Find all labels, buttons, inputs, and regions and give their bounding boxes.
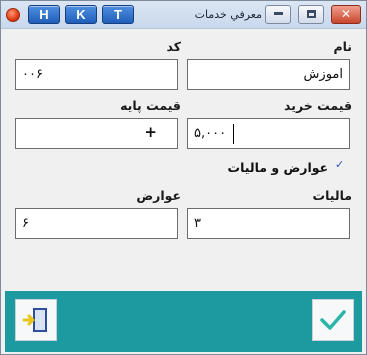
close-button[interactable]: ✕ [331,5,361,24]
code-field[interactable] [15,59,178,90]
window-title: معرفي خدمات [194,8,262,21]
minimize-button[interactable] [265,5,291,24]
duties-tax-checkbox-row[interactable]: عوارض و ماليات [227,158,346,178]
base-price-field[interactable]: + [15,118,178,149]
checkmark-icon [320,310,346,330]
exit-door-icon [22,308,47,332]
minimize-icon [273,12,283,15]
duties-tax-checkbox[interactable] [335,158,346,173]
hotkey-t-button[interactable]: T [102,5,134,24]
tax-field[interactable] [187,208,350,239]
hotkey-k-button[interactable]: K [65,5,97,24]
text-caret [233,124,234,144]
duties-label: عوارض [136,188,181,203]
action-bar [5,291,362,352]
base-price-label: قيمت پايه [120,98,181,113]
name-field[interactable] [187,59,350,90]
code-label: کد [166,39,182,54]
base-price-value: + [144,123,157,141]
duties-tax-checkbox-label: عوارض و ماليات [227,160,329,175]
confirm-button[interactable] [312,299,354,341]
tax-input[interactable] [188,209,349,238]
title-bar: H K T معرفي خدمات ✕ [1,1,366,29]
name-input[interactable] [188,60,349,89]
code-input[interactable] [16,60,177,89]
form-area: نام کد قيمت خريد قيمت پايه + عوارض و مال… [1,30,366,288]
name-label: نام [333,39,352,54]
maximize-icon [306,9,316,18]
purchase-price-label: قيمت خريد [284,98,352,113]
exit-button[interactable] [15,299,57,341]
tax-label: ماليات [312,188,352,203]
maximize-button[interactable] [298,5,324,24]
purchase-price-input[interactable] [188,119,349,148]
app-icon [6,8,20,22]
duties-field[interactable] [15,208,178,239]
hotkey-h-button[interactable]: H [28,5,60,24]
dialog-window: H K T معرفي خدمات ✕ نام کد قيمت خريد قيم… [0,0,367,355]
purchase-price-field[interactable] [187,118,350,149]
duties-input[interactable] [16,209,177,238]
close-icon: ✕ [340,7,352,21]
